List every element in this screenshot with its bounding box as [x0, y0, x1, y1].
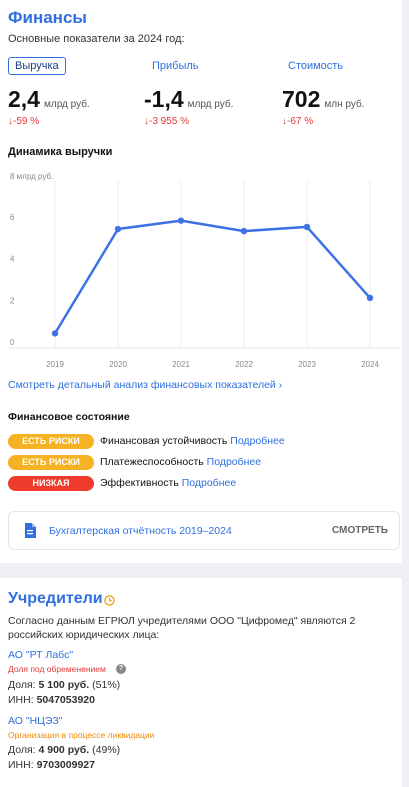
finances-title: Финансы [8, 8, 87, 27]
x-tick-label: 2021 [172, 360, 190, 368]
owner-name-rtlabs[interactable]: АО "РТ Лабс" [8, 649, 73, 661]
state-label-efficiency: Эффективность [100, 477, 179, 489]
status-badge-solvency: ЕСТЬ РИСКИ [8, 455, 94, 470]
kpi-revenue-unit: млрд руб. [43, 99, 90, 110]
data-point[interactable] [114, 225, 122, 233]
share-amount: 4 900 руб. [38, 744, 90, 756]
state-label-solvency: Платежеспособность [100, 456, 204, 468]
state-row-efficiency: Эффективность Подробнее [100, 477, 236, 489]
kpi-revenue: 2,4 млрд руб. [8, 86, 90, 113]
owners-intro-line1: Согласно данным ЕГРЮЛ учредителями ООО "… [8, 615, 356, 627]
y-tick-label: 4 [10, 255, 15, 264]
state-label-stability: Финансовая устойчивость [100, 435, 228, 447]
report-card[interactable]: Бухгалтерская отчётность 2019–2024 СМОТР… [8, 511, 400, 550]
inn-value: 9703009927 [36, 759, 95, 771]
inn-value: 5047053920 [36, 694, 95, 706]
x-tick-label: 2022 [235, 360, 253, 368]
kpi-value-delta: ↓-67 % [282, 116, 314, 127]
owners-intro-line2: российских юридических лица: [8, 629, 160, 641]
owners-card: Учредители Согласно данным ЕГРЮЛ учредит… [0, 578, 402, 787]
clock-icon[interactable] [104, 595, 115, 606]
inn-label: ИНН: [8, 759, 34, 771]
kpi-profit-unit: млрд руб. [187, 99, 234, 110]
owner-note-ncez: Организация в процессе ликвидации [8, 730, 155, 740]
kpi-profit: -1,4 млрд руб. [144, 86, 233, 113]
kpi-value-unit: млн руб. [324, 99, 365, 110]
report-view-button[interactable]: СМОТРЕТЬ [332, 525, 388, 536]
kpi-revenue-delta: ↓-59 % [8, 116, 40, 127]
x-tick-label: 2023 [298, 360, 316, 368]
owner-share-ncez: Доля: 4 900 руб. (49%) [8, 744, 120, 756]
tab-revenue[interactable]: Выручка [8, 57, 66, 75]
x-tick-label: 2020 [109, 360, 127, 368]
share-percent: (51%) [92, 679, 121, 691]
chart-title: Динамика выручки [8, 146, 113, 158]
share-label: Доля: [8, 744, 36, 756]
share-label: Доля: [8, 679, 36, 691]
tab-value[interactable]: Стоимость [288, 60, 343, 72]
inn-label: ИНН: [8, 694, 34, 706]
data-point[interactable] [366, 294, 374, 302]
help-icon[interactable]: ? [116, 664, 126, 674]
x-tick-label: 2019 [46, 360, 64, 368]
share-percent: (49%) [92, 744, 121, 756]
x-tick-label: 2024 [361, 360, 379, 368]
kpi-value: 702 млн руб. [282, 86, 364, 113]
status-badge-stability: ЕСТЬ РИСКИ [8, 434, 94, 449]
kpi-profit-value: -1,4 [144, 86, 184, 112]
owner-inn-rtlabs: ИНН: 5047053920 [8, 694, 95, 706]
owner-name-ncez[interactable]: АО "НЦЭЗ" [8, 715, 62, 727]
y-tick-label: 6 [10, 213, 15, 222]
document-icon [25, 523, 36, 538]
owners-title: Учредители [8, 590, 103, 607]
owner-note-rtlabs: Доля под обременением [8, 664, 106, 674]
data-point[interactable] [177, 217, 185, 224]
owner-share-rtlabs: Доля: 5 100 руб. (51%) [8, 679, 120, 691]
data-point[interactable] [303, 223, 311, 231]
state-title: Финансовое состояние [8, 411, 130, 423]
more-link-solvency[interactable]: Подробнее [207, 456, 261, 468]
owner-inn-ncez: ИНН: 9703009927 [8, 759, 95, 771]
status-badge-efficiency: НИЗКАЯ [8, 476, 94, 491]
tab-profit[interactable]: Прибыль [152, 60, 199, 72]
more-link-efficiency[interactable]: Подробнее [182, 477, 236, 489]
share-amount: 5 100 руб. [38, 679, 90, 691]
chart-unit-label: 8 млрд руб. [10, 172, 53, 181]
y-tick-label: 2 [10, 296, 15, 305]
revenue-chart: 0 2 4 6 2019 2020 2021 2022 2023 2024 8 млрд руб… [8, 172, 400, 368]
kpi-value-value: 702 [282, 86, 321, 112]
revenue-line [53, 219, 371, 335]
y-tick-label: 0 [10, 338, 15, 347]
kpi-profit-delta: ↓-3 955 % [144, 116, 190, 127]
data-point[interactable] [240, 227, 248, 235]
report-link[interactable]: Бухгалтерская отчётность 2019–2024 [49, 525, 232, 537]
data-point[interactable] [51, 330, 59, 337]
state-row-stability: Финансовая устойчивость Подробнее [100, 435, 285, 447]
finances-card: Финансы Основные показатели за 2024 год:… [0, 0, 402, 563]
analysis-link[interactable]: Смотреть детальный анализ финансовых пок… [8, 379, 282, 391]
state-row-solvency: Платежеспособность Подробнее [100, 456, 261, 468]
finances-subtitle: Основные показатели за 2024 год: [8, 33, 185, 45]
more-link-stability[interactable]: Подробнее [230, 435, 284, 447]
kpi-revenue-value: 2,4 [8, 86, 40, 112]
